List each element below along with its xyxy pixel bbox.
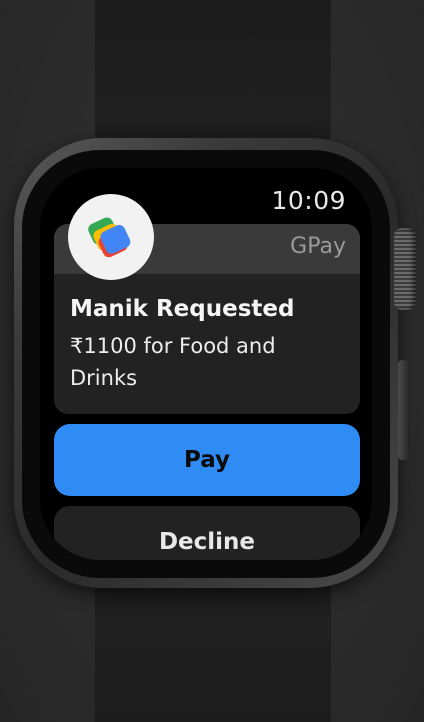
gpay-logo-icon bbox=[68, 194, 154, 280]
pay-button[interactable]: Pay bbox=[54, 424, 360, 496]
status-time: 10:09 bbox=[271, 186, 346, 215]
app-name: GPay bbox=[290, 234, 346, 259]
watch-scene: 10:09 GPay Manik Requested ₹1100 for Foo… bbox=[0, 0, 424, 722]
decline-button[interactable]: Decline bbox=[54, 506, 360, 560]
notification-body: ₹1100 for Food and Drinks bbox=[70, 334, 276, 390]
digital-crown[interactable] bbox=[394, 228, 416, 310]
notification-title: Manik Requested bbox=[70, 296, 295, 322]
side-button[interactable] bbox=[398, 360, 408, 460]
watch-strap-top bbox=[95, 0, 331, 160]
